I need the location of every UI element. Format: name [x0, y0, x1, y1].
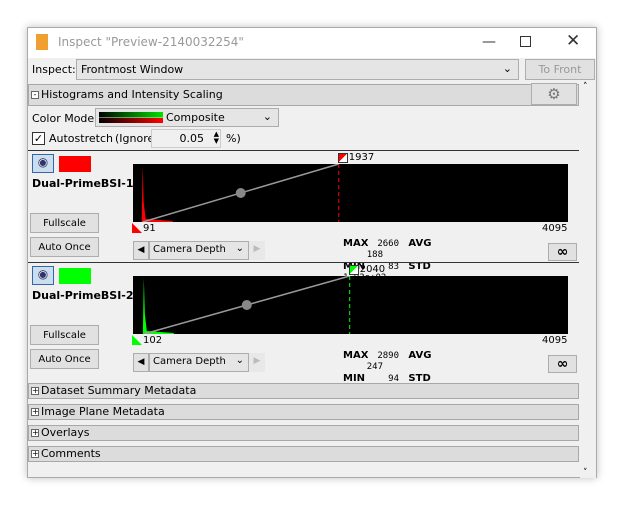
depth-prev-button[interactable]: ◀ — [133, 241, 149, 260]
composite-gradient — [99, 112, 163, 123]
visibility-eye-icon[interactable]: ◉ — [32, 154, 54, 173]
scroll-down-icon[interactable]: ˅ — [583, 468, 588, 478]
depth-prev-button[interactable]: ◀ — [133, 353, 149, 372]
chevron-down-icon: ⌄ — [235, 243, 244, 254]
scrollbar[interactable]: ˄ ˅ — [580, 82, 596, 478]
link-button[interactable]: ∞ — [548, 243, 577, 261]
depth-next-button[interactable]: ▶ — [249, 353, 265, 372]
link-icon: ∞ — [556, 356, 569, 372]
expand-icon[interactable]: + — [31, 429, 39, 437]
section-overlays[interactable]: + Overlays — [28, 425, 579, 441]
auto-once-button[interactable]: Auto Once — [30, 237, 99, 257]
histogram-background — [133, 164, 568, 222]
section-title: Comments — [41, 447, 101, 460]
collapse-icon[interactable]: - — [31, 91, 39, 99]
chevron-down-icon: ⌄ — [235, 355, 244, 366]
link-button[interactable]: ∞ — [548, 355, 577, 373]
range-max-value: 4095 — [542, 223, 568, 234]
depth-next-button[interactable]: ▶ — [249, 241, 265, 260]
section-comments[interactable]: + Comments — [28, 446, 579, 462]
stat-max-label: MAX — [343, 238, 369, 249]
close-button[interactable]: ✕ — [566, 31, 580, 51]
expand-icon[interactable]: + — [31, 450, 39, 458]
depth-value: Camera Depth — [153, 244, 226, 255]
color-mode-label: Color Mode: — [32, 112, 98, 125]
percent-label: %) — [226, 132, 241, 145]
link-icon: ∞ — [556, 244, 569, 260]
stat-max-label: MAX — [343, 350, 369, 361]
max-handle-icon[interactable] — [348, 265, 359, 275]
min-handle-value: 91 — [143, 223, 156, 234]
max-handle-value: 1937 — [348, 152, 375, 163]
stat-avg: 247 — [366, 362, 383, 372]
depth-value: Camera Depth — [153, 356, 226, 367]
autostretch-label: Autostretch — [49, 132, 113, 145]
color-mode-value: Composite — [166, 111, 225, 124]
channel-name: Dual-PrimeBSI-1 — [32, 177, 134, 190]
ignore-spinner[interactable]: 0.05 ▲ ▼ — [151, 129, 221, 148]
depth-dropdown[interactable]: Camera Depth ⌄ — [149, 353, 249, 372]
channel-name: Dual-PrimeBSI-2 — [32, 289, 134, 302]
gamma-handle — [235, 188, 246, 198]
stat-max: 2890 — [377, 351, 399, 361]
channel-color-swatch[interactable] — [59, 268, 91, 284]
fullscale-button[interactable]: Fullscale — [30, 325, 99, 345]
color-mode-dropdown[interactable]: Composite ⌄ — [95, 108, 279, 127]
maximize-button[interactable] — [520, 36, 531, 47]
to-front-button[interactable]: To Front — [525, 59, 595, 80]
range-max-value: 4095 — [542, 335, 568, 346]
window-title: Inspect "Preview-2140032254" — [58, 35, 244, 49]
stat-max: 2660 — [377, 239, 399, 249]
stat-avg-label: AVG — [408, 350, 432, 361]
inspect-label: Inspect: — [32, 63, 76, 76]
histogram-background — [133, 276, 568, 334]
chevron-down-icon: ⌄ — [502, 62, 512, 75]
section-dataset-summary-metadata[interactable]: + Dataset Summary Metadata — [28, 383, 579, 399]
histogram-canvas[interactable] — [133, 164, 568, 222]
section-title: Image Plane Metadata — [41, 405, 165, 418]
max-handle-value: 2040 — [359, 264, 386, 275]
inspect-window: Inspect "Preview-2140032254" — ✕ Inspect… — [27, 27, 597, 478]
histogram-canvas[interactable] — [133, 276, 568, 334]
min-handle-value: 102 — [143, 335, 163, 346]
gamma-handle — [241, 300, 252, 310]
ignore-label: (Ignore — [115, 132, 155, 145]
fullscale-button[interactable]: Fullscale — [30, 213, 99, 233]
expand-icon[interactable]: + — [31, 408, 39, 416]
section-title: Dataset Summary Metadata — [41, 384, 197, 397]
depth-dropdown[interactable]: Camera Depth ⌄ — [149, 241, 249, 260]
min-handle-icon[interactable] — [132, 335, 142, 345]
stat-avg: 188 — [366, 250, 383, 260]
auto-once-button[interactable]: Auto Once — [30, 349, 99, 369]
min-handle-icon[interactable] — [132, 223, 142, 233]
channel-panel: ◉ Dual-PrimeBSI-1 Fullscale Auto Once 19… — [28, 150, 579, 283]
section-title: Overlays — [41, 426, 90, 439]
max-handle-icon[interactable] — [337, 153, 348, 163]
title-bar: Inspect "Preview-2140032254" — ✕ — [28, 28, 596, 58]
scroll-up-icon[interactable]: ˄ — [583, 82, 588, 92]
minimize-button[interactable]: — — [482, 34, 496, 50]
channel-panel: ◉ Dual-PrimeBSI-2 Fullscale Auto Once 20… — [28, 262, 579, 395]
visibility-eye-icon[interactable]: ◉ — [32, 266, 54, 285]
ignore-value: 0.05 — [179, 132, 205, 145]
settings-button[interactable]: ⚙ — [531, 83, 577, 105]
section-histograms[interactable]: - Histograms and Intensity Scaling — [28, 84, 579, 106]
section-image-plane-metadata[interactable]: + Image Plane Metadata — [28, 404, 579, 420]
inspect-value: Frontmost Window — [81, 63, 184, 76]
autostretch-checkbox[interactable]: ✓ — [32, 132, 45, 145]
app-icon — [36, 34, 48, 50]
stat-avg-label: AVG — [408, 238, 432, 249]
gear-icon: ⚙ — [547, 85, 561, 103]
chevron-down-icon: ⌄ — [262, 110, 272, 123]
inspect-dropdown[interactable]: Frontmost Window ⌄ — [76, 59, 519, 80]
channel-color-swatch[interactable] — [59, 156, 91, 172]
section-title: Histograms and Intensity Scaling — [41, 88, 223, 101]
spinner-arrows-icon[interactable]: ▲ ▼ — [214, 131, 219, 145]
expand-icon[interactable]: + — [31, 387, 39, 395]
